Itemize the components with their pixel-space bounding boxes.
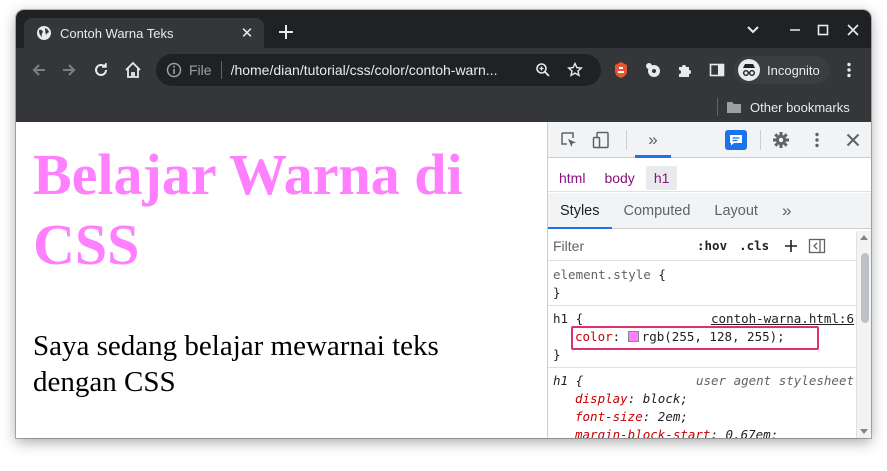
extension-ghost-icon[interactable] [642, 59, 664, 81]
rule-open-brace: { [568, 373, 584, 388]
rule-element-style[interactable]: element.style { } [548, 262, 856, 306]
url-scheme-label: File [189, 62, 212, 78]
breadcrumb-body[interactable]: body [596, 166, 642, 190]
ua-stylesheet-label: user agent stylesheet [695, 373, 854, 388]
forward-arrow-icon[interactable] [58, 59, 80, 81]
rule-close-brace: } [553, 347, 561, 362]
ua-prop-name: font-size [575, 409, 643, 424]
page-paragraph: Saya sedang belajar mewarnai teks dengan… [33, 330, 439, 398]
settings-gear-icon[interactable] [770, 129, 792, 151]
rule-open-brace: { [568, 311, 584, 326]
ua-declaration: font-size: 2em; [575, 409, 688, 424]
ua-prop-name: margin-block-start [575, 427, 711, 438]
styles-pane-tabs: Styles Computed Layout » [548, 193, 871, 229]
globe-icon [36, 25, 52, 41]
devtools-kebab-icon[interactable] [806, 129, 828, 151]
reload-icon[interactable] [90, 59, 112, 81]
devtools-close-icon[interactable] [842, 129, 864, 151]
tab-contoh-warna-teks[interactable]: Contoh Warna Teks ✕ [24, 18, 264, 48]
ua-declaration: display: block; [575, 391, 688, 406]
element-style-selector: element.style [553, 267, 651, 282]
incognito-profile-button[interactable]: Incognito [734, 56, 830, 84]
omnibox-divider [220, 61, 222, 79]
scroll-up-arrow-icon[interactable] [860, 235, 868, 240]
cls-toggle[interactable]: .cls [739, 238, 769, 253]
more-panels-chevrons[interactable]: » [642, 129, 664, 151]
devtools-toolbar: » [548, 122, 871, 158]
dom-breadcrumb: html body h1 [548, 164, 871, 192]
ua-h1-selector: h1 [553, 373, 569, 388]
more-tabs-chevrons[interactable]: » [770, 193, 803, 229]
issues-chat-icon[interactable] [725, 130, 747, 150]
page-viewport: Belajar Warna di CSS Saya sedang belajar… [16, 122, 547, 438]
tab-title: Contoh Warna Teks [60, 25, 174, 41]
breadcrumb-html[interactable]: html [551, 166, 593, 190]
styles-filter-input[interactable] [553, 234, 685, 257]
rule-open-brace: { [650, 267, 666, 282]
home-icon[interactable] [122, 59, 144, 81]
site-info-icon[interactable] [166, 62, 182, 78]
ua-prop-value: block [642, 391, 681, 406]
maximize-icon[interactable] [812, 20, 834, 40]
styles-rules-list: element.style { } h1 { contoh-warna.html… [548, 262, 856, 438]
devtools-separator [626, 130, 627, 150]
inspect-element-icon[interactable] [558, 129, 580, 151]
new-style-rule-plus-icon[interactable] [783, 238, 799, 254]
ua-prop-name: display [575, 391, 628, 406]
scrollbar-thumb[interactable] [861, 253, 869, 323]
tab-search-chevron-icon[interactable] [742, 20, 764, 40]
minimize-icon[interactable] [784, 20, 806, 40]
ua-declaration: margin-block-start: 0.67em; [553, 426, 856, 438]
tab-close-icon[interactable]: ✕ [236, 22, 258, 44]
folder-icon [726, 100, 742, 114]
side-panel-icon[interactable] [706, 59, 728, 81]
page-heading: Belajar Warna di CSS [33, 142, 463, 277]
devtools-separator [760, 130, 761, 150]
tab-strip: Contoh Warna Teks ✕ [16, 10, 871, 48]
bookmarks-bar: Other bookmarks [16, 92, 871, 122]
rule-close-brace: } [553, 285, 561, 300]
new-tab-plus-icon[interactable] [276, 22, 296, 42]
h1-selector: h1 [553, 311, 569, 326]
device-toolbar-icon[interactable] [590, 129, 612, 151]
bookmark-star-icon[interactable] [566, 62, 583, 78]
ua-prop-value: 0.67em [725, 427, 771, 438]
other-bookmarks-label: Other bookmarks [750, 99, 850, 115]
active-panel-indicator [635, 155, 671, 158]
extension-red-icon[interactable] [610, 59, 632, 81]
other-bookmarks-folder[interactable]: Other bookmarks [726, 97, 850, 117]
rule-h1-author[interactable]: h1 { contoh-warna.html:6 color: rgb(255,… [548, 306, 856, 368]
styles-filter-bar: :hov .cls [548, 231, 856, 261]
breadcrumb-h1[interactable]: h1 [645, 165, 678, 190]
hov-toggle[interactable]: :hov [697, 238, 727, 253]
ua-prop-value: 2em [657, 409, 681, 424]
window-close-icon[interactable] [842, 20, 864, 40]
color-declaration[interactable]: color: rgb(255, 128, 255); [553, 326, 856, 350]
tab-styles[interactable]: Styles [548, 193, 612, 229]
rule-h1-user-agent[interactable]: h1 { user agent stylesheet display: bloc… [548, 368, 856, 438]
extensions-puzzle-icon[interactable] [674, 59, 696, 81]
address-bar[interactable]: File /home/dian/tutorial/css/color/conto… [156, 54, 601, 86]
browser-window: Contoh Warna Teks ✕ File /home/dian/tuto… [16, 10, 871, 438]
styles-scrollbar[interactable] [856, 231, 871, 438]
tab-computed[interactable]: Computed [612, 193, 703, 229]
incognito-spy-icon [738, 59, 760, 81]
incognito-label: Incognito [767, 62, 820, 78]
url-text[interactable]: /home/dian/tutorial/css/color/contoh-war… [231, 62, 531, 78]
toggle-sidebar-icon[interactable] [808, 237, 826, 255]
devtools-panel: » html body h1 Styles Computed Layout » … [547, 122, 871, 438]
bookmarks-divider [717, 98, 718, 116]
browser-menu-kebab-icon[interactable] [838, 59, 860, 81]
back-arrow-icon[interactable] [28, 59, 50, 81]
browser-toolbar: File /home/dian/tutorial/css/color/conto… [16, 48, 871, 92]
scroll-down-arrow-icon[interactable] [860, 429, 868, 434]
zoom-icon[interactable] [535, 62, 551, 78]
tab-layout[interactable]: Layout [702, 193, 770, 229]
